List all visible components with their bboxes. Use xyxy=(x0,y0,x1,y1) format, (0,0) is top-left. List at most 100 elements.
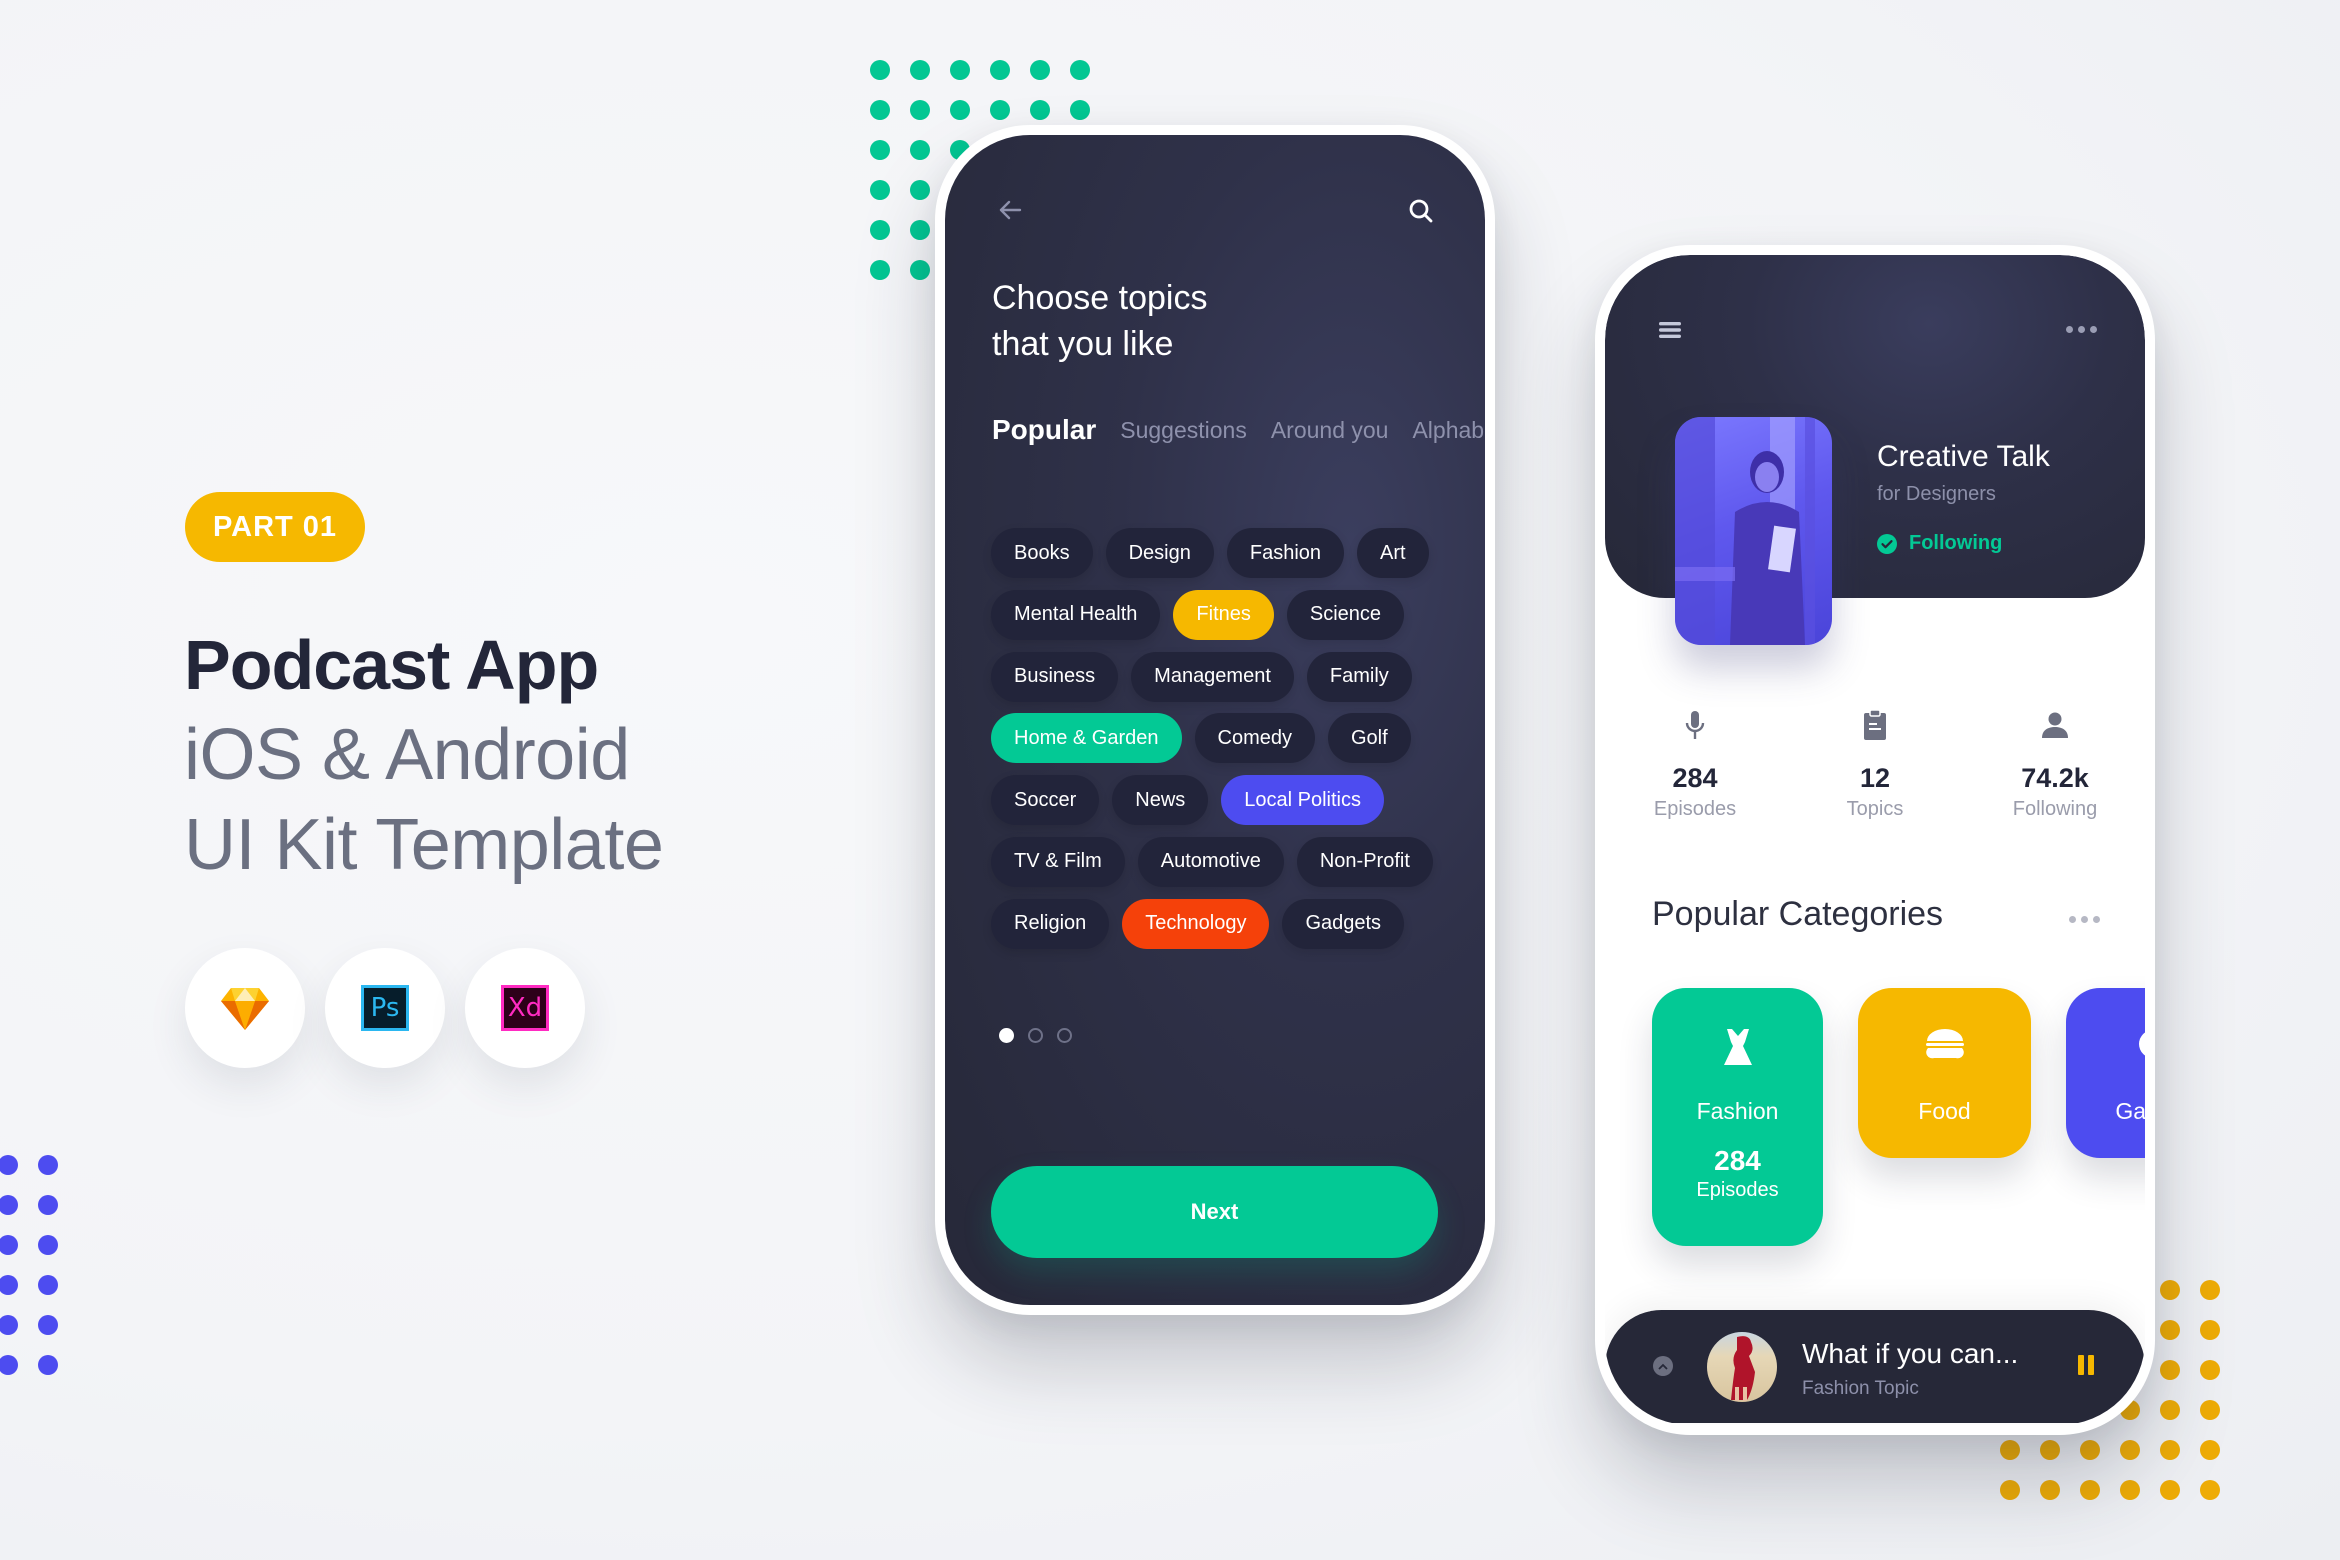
mini-player[interactable]: What if you can... Fashion Topic xyxy=(1605,1310,2145,1423)
decorative-dot xyxy=(2160,1400,2180,1420)
decorative-dot xyxy=(2080,1480,2100,1500)
search-icon xyxy=(1409,199,1433,223)
show-cover-image[interactable] xyxy=(1675,417,1832,645)
topic-chip-selected[interactable]: Local Politics xyxy=(1221,775,1384,826)
topic-chip-selected[interactable]: Technology xyxy=(1122,898,1270,949)
chip-row: Business Management Family xyxy=(991,651,1461,702)
pause-icon-bar xyxy=(2078,1355,2084,1375)
tab-around-you[interactable]: Around you xyxy=(1271,417,1389,444)
decorative-dot xyxy=(2160,1440,2180,1460)
decorative-dot xyxy=(870,220,890,240)
topic-chip-selected[interactable]: Fitnes xyxy=(1173,589,1274,640)
chip-row: TV & Film Automotive Non-Profit xyxy=(991,836,1461,887)
topic-chip[interactable]: Family xyxy=(1306,651,1412,702)
topic-chips: Books Design Fashion Art Mental Health Fitnes… xyxy=(991,528,1461,961)
stat-following: 74.2k Following xyxy=(1975,705,2135,821)
page-dot-1[interactable] xyxy=(999,1028,1014,1043)
decorative-dot xyxy=(2120,1480,2140,1500)
topic-chip[interactable]: Automotive xyxy=(1137,836,1284,887)
decorative-dot xyxy=(2200,1280,2220,1300)
decorative-dot xyxy=(990,100,1010,120)
topic-chip[interactable]: Management xyxy=(1131,651,1294,702)
topic-chip[interactable]: Business xyxy=(991,651,1119,702)
hero-subtitle-line2: UI Kit Template xyxy=(184,805,664,885)
decorative-dot xyxy=(2200,1360,2220,1380)
search-button[interactable] xyxy=(1405,195,1437,227)
pause-icon-bar xyxy=(2088,1355,2094,1375)
decorative-dot xyxy=(870,60,890,80)
topic-chip[interactable]: Comedy xyxy=(1194,713,1315,764)
tab-popular[interactable]: Popular xyxy=(992,414,1096,446)
decorative-dot xyxy=(1070,100,1090,120)
stat-value: 74.2k xyxy=(2021,763,2089,793)
sketch-icon xyxy=(221,988,269,1030)
microphone-icon xyxy=(1685,711,1705,739)
topic-chip[interactable]: TV & Film xyxy=(991,836,1125,887)
topic-chip[interactable]: Design xyxy=(1105,528,1214,578)
more-icon-dot xyxy=(2090,326,2097,333)
decorative-dot xyxy=(870,260,890,280)
tool-sketch xyxy=(185,948,305,1068)
topic-chip-selected[interactable]: Home & Garden xyxy=(991,713,1182,764)
topic-chip[interactable]: Fashion xyxy=(1226,528,1345,578)
decorative-dot xyxy=(38,1355,58,1375)
topic-chip[interactable]: Science xyxy=(1286,589,1405,640)
back-button[interactable] xyxy=(995,195,1025,225)
menu-button[interactable] xyxy=(1655,317,1685,343)
chip-row: Soccer News Local Politics xyxy=(991,775,1461,826)
tab-alphabetical[interactable]: Alphabetical xyxy=(1412,417,1485,444)
profile-screen: Creative Talk for Designers Following 28… xyxy=(1605,255,2145,1425)
topic-chip[interactable]: Gadgets xyxy=(1282,898,1405,949)
chip-row: Books Design Fashion Art xyxy=(991,528,1461,578)
decorative-dot xyxy=(0,1155,18,1175)
hero-subtitle-line1: iOS & Android xyxy=(184,715,630,795)
burger-icon xyxy=(1925,1029,1964,1059)
topic-chip[interactable]: Books xyxy=(991,528,1093,578)
more-icon-dot xyxy=(2069,916,2076,923)
screen-title-line2: that you like xyxy=(992,325,1174,363)
topics-screen: Choose topics that you like Popular Sugg… xyxy=(945,135,1485,1305)
topic-chip[interactable]: Soccer xyxy=(991,775,1100,826)
following-status[interactable]: Following xyxy=(1877,532,2002,555)
adobe-xd-icon: Xd xyxy=(501,985,549,1031)
expand-player-button[interactable] xyxy=(1653,1356,1673,1376)
chevron-up-icon xyxy=(1658,1363,1668,1370)
decorative-dot xyxy=(2040,1480,2060,1500)
show-title: Creative Talk xyxy=(1877,440,2050,473)
back-arrow-icon xyxy=(999,200,1022,220)
header-more-button[interactable] xyxy=(2066,326,2097,333)
more-icon-dot xyxy=(2081,916,2088,923)
stat-label: Episodes xyxy=(1653,798,1737,820)
category-card-fashion[interactable]: Fashion 284 Episodes xyxy=(1652,988,1823,1246)
decorative-dot xyxy=(0,1195,18,1215)
decorative-dot xyxy=(38,1195,58,1215)
decorative-dot xyxy=(2120,1440,2140,1460)
category-name: Fashion xyxy=(1696,1098,1779,1124)
categories-more-button[interactable] xyxy=(2069,916,2100,923)
category-card-food[interactable]: Food xyxy=(1858,988,2031,1158)
host-portrait-image xyxy=(1675,417,1815,645)
tool-photoshop: Ps xyxy=(325,948,445,1068)
next-button[interactable]: Next xyxy=(991,1166,1438,1258)
dress-icon xyxy=(1723,1029,1752,1065)
decorative-dot xyxy=(910,180,930,200)
episode-thumbnail-image xyxy=(1731,1336,1755,1401)
pause-button[interactable] xyxy=(2078,1355,2094,1375)
category-card-games[interactable]: Games xyxy=(2066,988,2145,1158)
category-name: Games xyxy=(2115,1098,2145,1124)
person-icon xyxy=(2042,712,2068,738)
decorative-dot xyxy=(2000,1480,2020,1500)
decorative-dot xyxy=(2000,1440,2020,1460)
topic-chip[interactable]: Art xyxy=(1357,528,1429,578)
page-dot-3[interactable] xyxy=(1057,1028,1072,1043)
page-dot-2[interactable] xyxy=(1028,1028,1043,1043)
decorative-dot xyxy=(950,60,970,80)
tab-suggestions[interactable]: Suggestions xyxy=(1120,417,1247,444)
topic-chip[interactable]: Non-Profit xyxy=(1296,836,1433,887)
decorative-dot xyxy=(0,1315,18,1335)
topic-chip[interactable]: Golf xyxy=(1328,713,1411,764)
topic-chip[interactable]: News xyxy=(1112,775,1209,826)
decorative-dot xyxy=(870,140,890,160)
topic-chip[interactable]: Religion xyxy=(991,898,1110,949)
topic-chip[interactable]: Mental Health xyxy=(991,589,1161,640)
